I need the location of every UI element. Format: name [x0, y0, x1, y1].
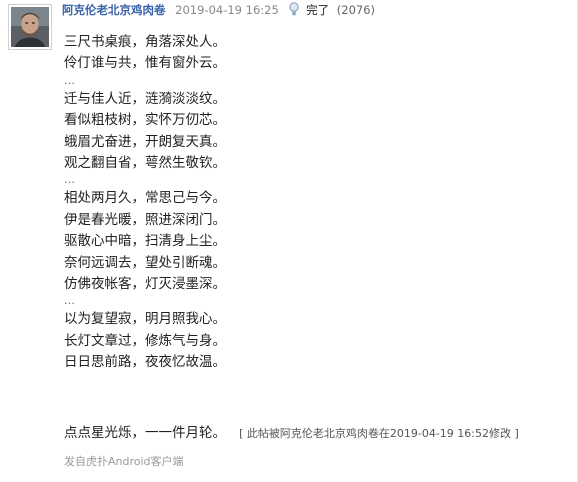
poem-line: 驱散心中暗，扫清身上尘。	[64, 233, 226, 250]
lightbulb-icon[interactable]	[288, 2, 300, 16]
poem-line: 三尺书桌痕，角落深处人。	[64, 34, 226, 50]
avatar-image	[11, 7, 49, 47]
forum-post: 阿克伦老北京鸡肉卷 2019-04-19 16:25 完了 (2076) 三尺书…	[0, 0, 578, 482]
poem-ellipsis: …	[64, 294, 75, 308]
client-source-link[interactable]: 发自虎扑Android客户端	[64, 453, 184, 469]
view-label: 完了	[306, 3, 330, 17]
poem-line: 奈何远调去，望处引断魂。	[64, 254, 226, 271]
poem-ellipsis: …	[64, 73, 75, 87]
edit-note: [ 此帖被阿克伦老北京鸡肉卷在2019-04-19 16:52修改 ]	[239, 427, 519, 440]
poem-line: 伶仃谁与共，惟有窗外云。	[64, 55, 226, 72]
poem-line: 仿佛夜帐客，灯灭浸墨深。	[64, 275, 226, 292]
post-content: 三尺书桌痕，角落深处人。 伶仃谁与共，惟有窗外云。 … 迁与佳人近，涟漪淡淡纹。…	[64, 32, 226, 373]
view-count: (2076)	[336, 3, 376, 17]
avatar[interactable]	[8, 4, 52, 50]
poem-line: 长灯文章过，修炼气与身。	[64, 332, 226, 349]
poem-line: 以为复望寂，明月照我心。	[64, 311, 226, 328]
post-meta: 阿克伦老北京鸡肉卷 2019-04-19 16:25 完了 (2076)	[62, 2, 375, 18]
post-timestamp: 2019-04-19 16:25	[175, 3, 279, 17]
poem-line: 看似粗枝树，实怀万仞芯。	[64, 112, 226, 129]
poem-line: 迁与佳人近，涟漪淡淡纹。	[64, 90, 226, 107]
poem-line: 伊是春光暖，照进深闭门。	[64, 211, 226, 228]
poem-line: 相处两月久，常思己与今。	[64, 190, 226, 207]
poem-closing-line: 点点星光烁，一一件月轮。	[64, 425, 226, 441]
poem-line: 日日思前路，夜夜忆故温。	[64, 354, 226, 371]
poem-line: 观之翻自省，萼然生敬钦。	[64, 154, 226, 171]
closing-row: 点点星光烁，一一件月轮。 [ 此帖被阿克伦老北京鸡肉卷在2019-04-19 1…	[64, 422, 519, 442]
poem-ellipsis: …	[64, 173, 75, 187]
author-link[interactable]: 阿克伦老北京鸡肉卷	[62, 3, 166, 17]
poem-line: 蛾眉尤奋进，开朗复天真。	[64, 133, 226, 150]
